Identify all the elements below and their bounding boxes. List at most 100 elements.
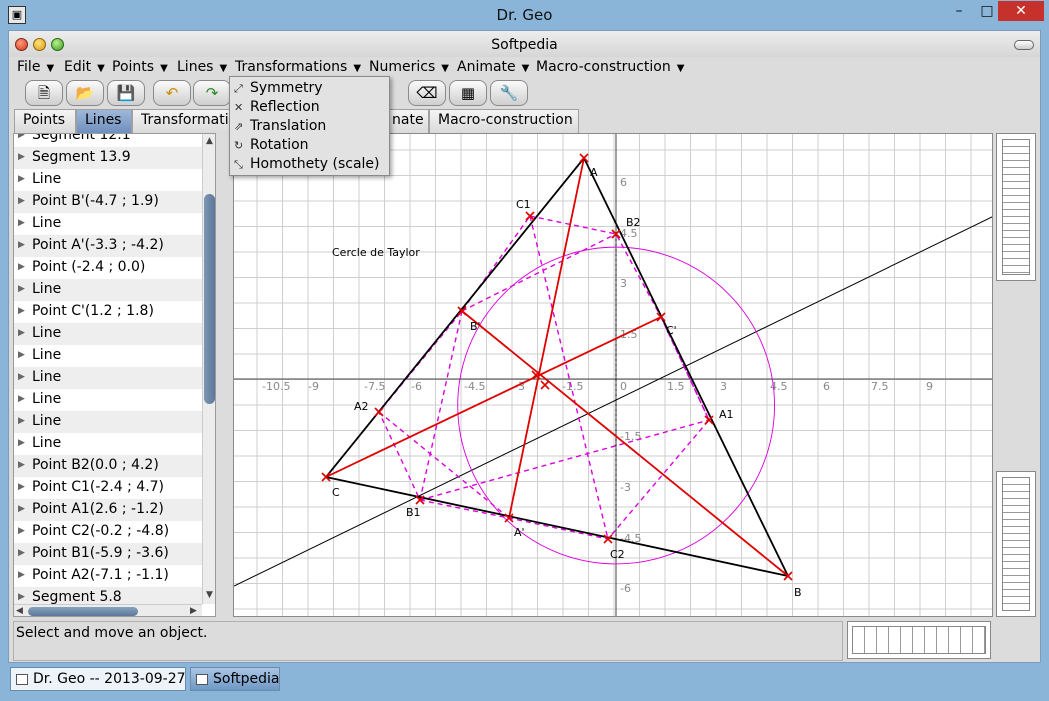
- label-c1: C1: [516, 198, 531, 211]
- app-window: Softpedia File ▼ Edit ▼ Points ▼ Lines ▼ Tra…: [8, 30, 1041, 663]
- menu-item-reflection[interactable]: ✕ Reflection: [234, 99, 320, 118]
- redo-button[interactable]: ↷: [193, 80, 231, 106]
- app-window-title: Softpedia: [491, 37, 558, 53]
- taskbar-item-softpedia[interactable]: Softpedia: [190, 667, 280, 691]
- tree-item[interactable]: ▶ Point C'(1.2 ; 1.8): [14, 301, 202, 323]
- dashed-segment[interactable]: [529, 215, 609, 540]
- menubar: File ▼ Edit ▼ Points ▼ Lines ▼ Transformatio…: [9, 57, 1040, 79]
- tree-item[interactable]: ▶ Point A1(2.6 ; -1.2): [14, 499, 202, 521]
- vertical-zoom-ruler-bottom[interactable]: [996, 471, 1036, 617]
- tree-item[interactable]: ▶ Point B1(-5.9 ; -3.6): [14, 543, 202, 565]
- altitude-c[interactable]: [325, 316, 662, 478]
- menu-macro-construction[interactable]: Macro-construction ▼: [536, 59, 684, 75]
- x-tick-label: -9: [308, 380, 319, 393]
- redo-icon: ↷: [205, 84, 219, 102]
- tree-item[interactable]: ▶ Point C1(-2.4 ; 4.7): [14, 477, 202, 499]
- tree-item[interactable]: ▶ Line: [14, 411, 202, 433]
- label-a-prime: A': [514, 526, 525, 539]
- scroll-up-icon[interactable]: ▲: [206, 136, 213, 146]
- tree-item[interactable]: ▶ Point C2(-0.2 ; -4.8): [14, 521, 202, 543]
- tree-item[interactable]: ▶ Line: [14, 323, 202, 345]
- maximize-button[interactable]: □: [974, 1, 1000, 21]
- menu-transformations[interactable]: Transformations ▼: [235, 59, 361, 75]
- undo-button[interactable]: ↶: [153, 80, 191, 106]
- expand-triangle-icon: ▶: [18, 152, 25, 162]
- save-button[interactable]: 💾: [107, 80, 145, 106]
- menu-item-homothety[interactable]: ⤡ Homothety (scale): [234, 156, 380, 175]
- tab-transformations[interactable]: Transformati: [132, 109, 232, 133]
- horizontal-zoom-ruler[interactable]: [847, 621, 991, 659]
- label-c-prime: C': [666, 324, 677, 337]
- tree-item[interactable]: ▶ Line: [14, 213, 202, 235]
- tree-item[interactable]: ▶ Segment 12.1: [14, 134, 202, 147]
- tree-item[interactable]: ▶ Point (-2.4 ; 0.0): [14, 257, 202, 279]
- tree-item[interactable]: ▶ Point A'(-3.3 ; -4.2): [14, 235, 202, 257]
- close-button[interactable]: ✕: [998, 1, 1044, 21]
- eraser-button[interactable]: ⌫: [408, 80, 446, 106]
- dashed-segment[interactable]: [461, 233, 617, 312]
- caret-down-icon: ▼: [219, 63, 228, 74]
- toolbar: 🗎 📂 💾 ↶ ↷ ⌫ ▦ 🔧: [9, 79, 1040, 109]
- tree-item[interactable]: ▶ Line: [14, 433, 202, 455]
- altitude-a[interactable]: [508, 157, 585, 519]
- tab-lines[interactable]: Lines: [76, 109, 132, 133]
- tree-horizontal-scroll-thumb[interactable]: [28, 607, 138, 616]
- scroll-down-icon[interactable]: ▼: [206, 590, 213, 600]
- reflection-icon: ✕: [234, 101, 244, 114]
- altitudes: [325, 157, 789, 577]
- menu-file[interactable]: File ▼: [17, 59, 54, 75]
- dashed-segment[interactable]: [419, 419, 710, 501]
- open-button[interactable]: 📂: [66, 80, 104, 106]
- status-bar: Select and move an object.: [13, 621, 843, 661]
- tree-item[interactable]: ▶ Line: [14, 367, 202, 389]
- tree-item[interactable]: ▶ Line: [14, 279, 202, 301]
- expand-triangle-icon: ▶: [18, 284, 25, 294]
- minimize-button[interactable]: –: [946, 1, 972, 21]
- menu-lines[interactable]: Lines ▼: [177, 59, 227, 75]
- scroll-left-icon[interactable]: ◀: [16, 606, 23, 616]
- menu-points[interactable]: Points ▼: [112, 59, 168, 75]
- menu-item-translation[interactable]: ⇗ Translation: [234, 118, 326, 137]
- tab-animate[interactable]: nate: [389, 109, 429, 133]
- menu-numerics[interactable]: Numerics ▼: [369, 59, 449, 75]
- status-message: Select and move an object.: [16, 625, 208, 641]
- tree-item[interactable]: ▶ Point B'(-4.7 ; 1.9): [14, 191, 202, 213]
- menu-item-symmetry[interactable]: ⤢ Symmetry: [234, 80, 323, 99]
- expand-triangle-icon: ▶: [18, 526, 25, 536]
- tree-item[interactable]: ▶ Point B2(0.0 ; 4.2): [14, 455, 202, 477]
- point-marker-a2[interactable]: [374, 407, 384, 417]
- vertical-zoom-ruler-top[interactable]: [996, 133, 1036, 281]
- expand-triangle-icon: ▶: [18, 460, 25, 470]
- new-document-button[interactable]: 🗎: [25, 80, 63, 106]
- scroll-right-icon[interactable]: ▶: [190, 606, 197, 616]
- menu-item-rotation[interactable]: ↻ Rotation: [234, 137, 309, 156]
- label-a: A: [590, 166, 598, 179]
- tree-item[interactable]: ▶ Line: [14, 169, 202, 191]
- center-marker[interactable]: [540, 380, 550, 390]
- taskbar-item-drgeo[interactable]: Dr. Geo -- 2013-09-27: [10, 667, 186, 691]
- tree-item[interactable]: ▶ Point A2(-7.1 ; -1.1): [14, 565, 202, 587]
- style-button[interactable]: ▦: [449, 80, 487, 106]
- tree-item[interactable]: ▶ Segment 13.9: [14, 147, 202, 169]
- menu-animate[interactable]: Animate ▼: [457, 59, 529, 75]
- save-icon: 💾: [116, 84, 136, 102]
- properties-button[interactable]: 🔧: [490, 80, 528, 106]
- drawing-canvas[interactable]: -10.5 -9 -7.5 -6 -4.5 -3 -1.5 0 1.5 3 4.…: [233, 133, 993, 617]
- app-pill-icon[interactable]: [1014, 40, 1034, 50]
- expand-triangle-icon: ▶: [18, 482, 25, 492]
- tab-macro-construction[interactable]: Macro-construction: [429, 109, 579, 133]
- style-palette-icon: ▦: [460, 84, 476, 102]
- label-b: B: [794, 586, 802, 599]
- window-icon: [16, 674, 28, 685]
- wrench-icon: 🔧: [499, 84, 519, 102]
- tree-vertical-scroll-thumb[interactable]: [204, 194, 215, 404]
- expand-triangle-icon: ▶: [18, 240, 25, 250]
- tree-item[interactable]: ▶ Line: [14, 389, 202, 411]
- tree-vertical-scrollbar[interactable]: ▲ ▼: [202, 134, 215, 604]
- tab-points[interactable]: Points: [14, 109, 76, 133]
- tree-horizontal-scrollbar[interactable]: ◀ ▶: [14, 604, 202, 616]
- tree-item[interactable]: ▶ Line: [14, 345, 202, 367]
- menu-edit[interactable]: Edit ▼: [64, 59, 105, 75]
- geometry-figure[interactable]: -10.5 -9 -7.5 -6 -4.5 -3 -1.5 0 1.5 3 4.…: [234, 134, 993, 617]
- canvas-caption[interactable]: Cercle de Taylor: [332, 246, 420, 259]
